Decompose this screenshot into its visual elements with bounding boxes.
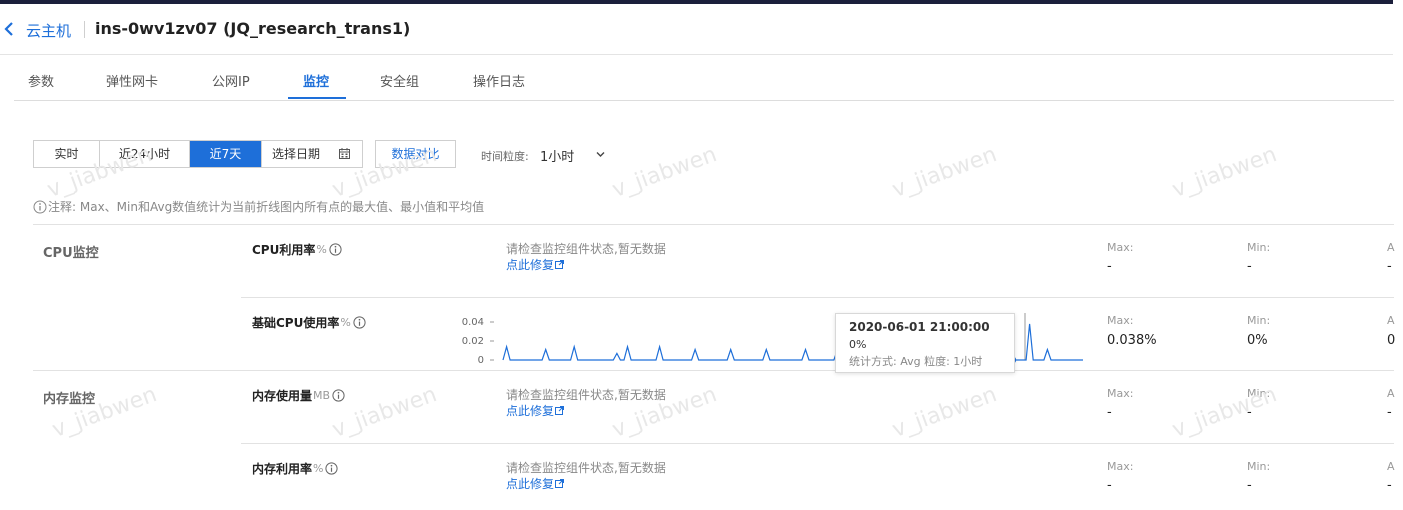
fix-link-label: 点此修复 — [506, 404, 555, 418]
data-compare-button[interactable]: 数据对比 — [375, 140, 456, 168]
watermark: v_jiabwen — [889, 142, 1001, 203]
header-divider — [84, 21, 85, 38]
min-value: - — [1247, 259, 1252, 274]
min-label: Min: — [1247, 314, 1271, 327]
avg-value: 0 — [1387, 333, 1396, 348]
y-tick-label: 0.02 — [462, 336, 484, 347]
avg-label: A — [1387, 241, 1395, 254]
metric-name: CPU利用率 — [252, 243, 316, 257]
chart-tooltip: 2020-06-01 21:00:00 0% 统计方式: Avg 粒度: 1小时 — [835, 313, 1015, 373]
range-7d-button[interactable]: 近7天 — [190, 141, 262, 167]
avg-value: - — [1387, 478, 1392, 493]
fix-link-label: 点此修复 — [506, 477, 555, 491]
max-value: - — [1107, 478, 1112, 493]
external-link-icon — [555, 260, 565, 269]
tooltip-detail: 统计方式: Avg 粒度: 1小时 — [849, 355, 983, 368]
min-label: Min: — [1247, 387, 1271, 400]
avg-label: A — [1387, 387, 1395, 400]
max-value: - — [1107, 259, 1112, 274]
divider — [241, 443, 1394, 444]
active-tab-indicator — [288, 97, 346, 99]
no-data-message: 请检查监控组件状态,暂无数据 — [506, 461, 666, 475]
fix-link[interactable]: 点此修复 — [506, 475, 565, 492]
watermark: v_jiabwen — [329, 382, 441, 443]
range-realtime-button[interactable]: 实时 — [34, 141, 100, 167]
divider — [241, 297, 1394, 298]
divider — [33, 224, 1394, 225]
info-circle-icon[interactable] — [325, 462, 339, 475]
min-value: - — [1247, 478, 1252, 493]
fix-link[interactable]: 点此修复 — [506, 402, 565, 419]
metric-unit: % — [340, 316, 351, 329]
metric-unit: % — [313, 462, 324, 475]
max-label: Max: — [1107, 241, 1134, 254]
range-24h-button[interactable]: 近24小时 — [100, 141, 190, 167]
granularity-select[interactable]: 1小时 — [540, 146, 610, 165]
date-picker-label: 选择日期 — [272, 147, 321, 161]
max-label: Max: — [1107, 460, 1134, 473]
tab-bar: 参数 弹性网卡 公网IP 监控 安全组 操作日志 — [14, 55, 1394, 101]
fix-link-label: 点此修复 — [506, 258, 555, 272]
info-circle-icon[interactable] — [329, 243, 342, 256]
avg-label: A — [1387, 460, 1395, 473]
metric-basic-cpu-title: 基础CPU使用率% — [252, 314, 366, 331]
chevron-left-icon[interactable] — [2, 21, 16, 37]
tab-public-ip[interactable]: 公网IP — [212, 71, 250, 90]
tab-operation-log[interactable]: 操作日志 — [473, 71, 525, 90]
tab-params[interactable]: 参数 — [28, 71, 54, 90]
watermark: v_jiabwen — [1169, 142, 1281, 203]
chevron-down-icon — [596, 152, 605, 157]
fix-link[interactable]: 点此修复 — [506, 256, 565, 273]
section-memory-title: 内存监控 — [43, 392, 96, 407]
metric-name: 内存使用量 — [252, 389, 313, 403]
y-tick-label: 0.04 — [462, 317, 484, 328]
breadcrumb-back-link[interactable]: 云主机 — [26, 20, 71, 41]
avg-value: - — [1387, 259, 1392, 274]
page-title: ins-0wv1zv07 (JQ_research_trans1) — [95, 19, 411, 38]
min-value: 0% — [1247, 333, 1268, 348]
info-circle-icon[interactable] — [332, 389, 345, 402]
max-label: Max: — [1107, 314, 1134, 327]
avg-value: - — [1387, 405, 1392, 420]
stats-note-text: 注释: Max、Min和Avg数值统计为当前折线图内所有点的最大值、最小值和平均… — [48, 200, 485, 214]
stats-note: 注释: Max、Min和Avg数值统计为当前折线图内所有点的最大值、最小值和平均… — [33, 198, 484, 215]
granularity-value: 1小时 — [540, 150, 575, 165]
min-label: Min: — [1247, 460, 1271, 473]
tab-elastic-nic[interactable]: 弹性网卡 — [106, 71, 158, 90]
info-circle-icon — [33, 200, 47, 213]
external-link-icon — [555, 406, 565, 415]
metric-name: 基础CPU使用率 — [252, 316, 340, 330]
info-circle-icon[interactable] — [353, 316, 366, 329]
section-cpu-title: CPU监控 — [43, 246, 99, 261]
date-picker-button[interactable]: 选择日期 — [262, 141, 362, 167]
tooltip-value: 0% — [849, 338, 867, 351]
divider — [33, 370, 1394, 371]
page-header: 云主机 ins-0wv1zv07 (JQ_research_trans1) — [0, 4, 1393, 55]
watermark: v_jiabwen — [889, 382, 1001, 443]
metric-name: 内存利用率 — [252, 462, 313, 476]
metric-unit: % — [316, 243, 327, 256]
metric-memory-util-title: 内存利用率% — [252, 460, 339, 477]
tooltip-time: 2020-06-01 21:00:00 — [849, 320, 990, 334]
y-tick-label: 0 — [478, 355, 484, 366]
metric-memory-usage-title: 内存使用量 MB — [252, 387, 345, 404]
max-value: - — [1107, 405, 1112, 420]
max-value: 0.038% — [1107, 333, 1157, 348]
min-label: Min: — [1247, 241, 1271, 254]
external-link-icon — [555, 479, 565, 488]
no-data-message: 请检查监控组件状态,暂无数据 — [506, 242, 666, 256]
min-value: - — [1247, 405, 1252, 420]
granularity-label: 时间粒度: — [481, 150, 529, 163]
metric-unit: MB — [313, 389, 331, 402]
calendar-icon — [339, 148, 350, 159]
tab-security-group[interactable]: 安全组 — [380, 71, 419, 90]
watermark: v_jiabwen — [609, 142, 721, 203]
no-data-message: 请检查监控组件状态,暂无数据 — [506, 388, 666, 402]
metric-cpu-usage-title: CPU利用率% — [252, 241, 342, 258]
avg-label: A — [1387, 314, 1395, 327]
tab-monitoring[interactable]: 监控 — [303, 71, 329, 90]
time-range-selector: 实时 近24小时 近7天 选择日期 — [33, 140, 363, 168]
max-label: Max: — [1107, 387, 1134, 400]
